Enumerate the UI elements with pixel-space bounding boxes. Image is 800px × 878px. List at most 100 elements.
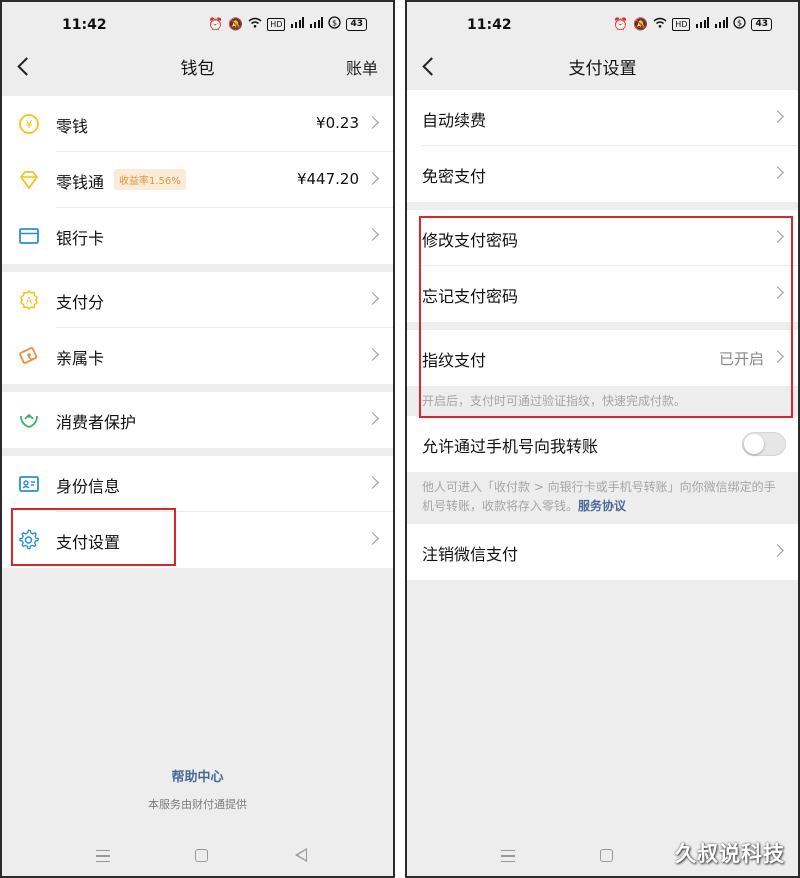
signal-icon-2 — [714, 17, 729, 31]
settings-item-change-password[interactable]: 修改支付密码 — [407, 210, 798, 266]
settings-item-deregister[interactable]: 注销微信支付 — [407, 524, 798, 580]
menu-icon[interactable] — [96, 850, 110, 862]
status-time: 11:42 — [467, 17, 512, 33]
wallet-item-label: 支付分 — [56, 293, 105, 312]
chevron-right-icon — [366, 348, 379, 361]
chevron-right-icon — [771, 544, 784, 557]
wallet-item-value: ¥447.20 — [296, 170, 359, 188]
signal-icon-2 — [309, 17, 324, 31]
settings-item-label: 指纹支付 — [422, 351, 487, 370]
chevron-right-icon — [366, 412, 379, 425]
yield-badge: 收益率1.56% — [114, 169, 186, 190]
dollar-icon: $ — [328, 16, 342, 32]
page-title: 支付设置 — [568, 59, 637, 79]
settings-item-label: 忘记支付密码 — [422, 287, 519, 306]
settings-group-payment: 自动续费 免密支付 — [407, 90, 798, 202]
battery-icon: 43 — [346, 17, 367, 31]
wallet-group-score: A 支付分 亲属卡 — [2, 272, 393, 384]
settings-item-label: 自动续费 — [422, 111, 487, 130]
settings-group-phone-transfer: 允许通过手机号向我转账 — [407, 416, 798, 472]
svg-text:¥: ¥ — [26, 118, 33, 131]
wallet-item-value: ¥0.23 — [316, 114, 359, 132]
settings-item-label: 注销微信支付 — [422, 545, 519, 564]
wallet-item-label: 支付设置 — [56, 533, 121, 552]
wallet-item-label: 银行卡 — [56, 229, 105, 248]
status-time: 11:42 — [62, 17, 107, 33]
mute-icon: 🔕 — [633, 17, 649, 31]
toggle-knob — [744, 434, 764, 454]
wallet-item-label: 消费者保护 — [56, 413, 137, 432]
bank-card-icon — [18, 225, 40, 247]
diamond-icon — [18, 169, 40, 191]
wallet-group-balance: ¥ 零钱 ¥0.23 零钱通 收益率1.56% ¥447.20 银行卡 — [2, 96, 393, 264]
chevron-right-icon — [366, 172, 379, 185]
chevron-right-icon — [366, 292, 379, 305]
wifi-icon — [653, 17, 667, 31]
pay-settings-screen: 11:42 ⏰ 🔕 HD $ 43 支付设置 自动续费 免密支付 修改支付密码 … — [405, 0, 800, 878]
pay-score-icon: A — [18, 289, 40, 311]
settings-item-forgot-password[interactable]: 忘记支付密码 — [407, 266, 798, 322]
chevron-right-icon — [771, 350, 784, 363]
settings-item-password-free[interactable]: 免密支付 — [407, 146, 798, 202]
service-agreement-link[interactable]: 服务协议 — [578, 499, 626, 513]
back-triangle-icon[interactable] — [295, 848, 307, 862]
signal-icon — [290, 17, 305, 31]
wallet-item-pay-settings[interactable]: 支付设置 — [2, 512, 393, 568]
wallet-item-pay-score[interactable]: A 支付分 — [2, 272, 393, 328]
chevron-right-icon — [366, 116, 379, 129]
settings-item-phone-transfer: 允许通过手机号向我转账 — [407, 416, 798, 472]
hd-icon: HD — [672, 17, 691, 31]
nav-bar: 支付设置 — [407, 46, 798, 86]
status-bar: 11:42 ⏰ 🔕 HD $ 43 — [2, 2, 393, 46]
system-nav-bar — [2, 842, 393, 872]
wallet-item-bank-card[interactable]: 银行卡 — [2, 208, 393, 264]
chevron-right-icon — [771, 110, 784, 123]
phone-transfer-toggle[interactable] — [742, 432, 786, 456]
svg-text:$: $ — [737, 19, 742, 28]
hd-icon: HD — [267, 17, 286, 31]
wallet-group-settings: 身份信息 支付设置 — [2, 456, 393, 568]
provider-text: 本服务由财付通提供 — [148, 798, 247, 811]
home-icon[interactable] — [195, 849, 208, 862]
settings-item-label: 免密支付 — [422, 167, 487, 186]
wallet-item-identity[interactable]: 身份信息 — [2, 456, 393, 512]
chevron-right-icon — [366, 532, 379, 545]
nav-bar: 钱包 账单 — [2, 46, 393, 86]
wallet-item-lqt[interactable]: 零钱通 收益率1.56% ¥447.20 — [2, 152, 393, 208]
wallet-item-label: 零钱 — [56, 117, 89, 136]
gear-icon — [18, 529, 40, 551]
svg-text:A: A — [26, 297, 33, 307]
home-icon[interactable] — [600, 849, 613, 862]
chevron-right-icon — [366, 476, 379, 489]
dollar-icon: $ — [733, 16, 747, 32]
wallet-group-protection: 消费者保护 — [2, 392, 393, 448]
id-card-icon — [18, 473, 40, 495]
chevron-right-icon — [771, 286, 784, 299]
menu-icon[interactable] — [501, 850, 515, 862]
settings-item-fingerprint-pay[interactable]: 指纹支付 已开启 — [407, 330, 798, 386]
page-title: 钱包 — [180, 59, 215, 79]
wallet-item-consumer-protection[interactable]: 消费者保护 — [2, 392, 393, 448]
mute-icon: 🔕 — [228, 17, 244, 31]
help-center-link[interactable]: 帮助中心 — [2, 766, 393, 785]
settings-item-label: 允许通过手机号向我转账 — [422, 437, 599, 456]
status-icons: ⏰ 🔕 HD $ 43 — [208, 16, 367, 32]
wallet-item-change[interactable]: ¥ 零钱 ¥0.23 — [2, 96, 393, 152]
watermark-text: 久叔说科技 — [675, 842, 785, 866]
status-icons: ⏰ 🔕 HD $ 43 — [613, 16, 772, 32]
settings-group-password: 修改支付密码 忘记支付密码 — [407, 210, 798, 322]
wallet-item-label: 零钱通 — [56, 173, 105, 192]
status-bar: 11:42 ⏰ 🔕 HD $ 43 — [407, 2, 798, 46]
protection-hands-icon — [18, 409, 40, 431]
chevron-right-icon — [771, 166, 784, 179]
settings-item-auto-renew[interactable]: 自动续费 — [407, 90, 798, 146]
family-card-icon — [18, 345, 40, 367]
chevron-right-icon — [366, 228, 379, 241]
wallet-footer: 帮助中心 本服务由财付通提供 — [2, 766, 393, 812]
alarm-icon: ⏰ — [613, 17, 629, 31]
wifi-icon — [248, 17, 262, 31]
bill-button[interactable]: 账单 — [346, 55, 378, 79]
signal-icon — [695, 17, 710, 31]
settings-group-deregister: 注销微信支付 — [407, 524, 798, 580]
wallet-item-family-card[interactable]: 亲属卡 — [2, 328, 393, 384]
